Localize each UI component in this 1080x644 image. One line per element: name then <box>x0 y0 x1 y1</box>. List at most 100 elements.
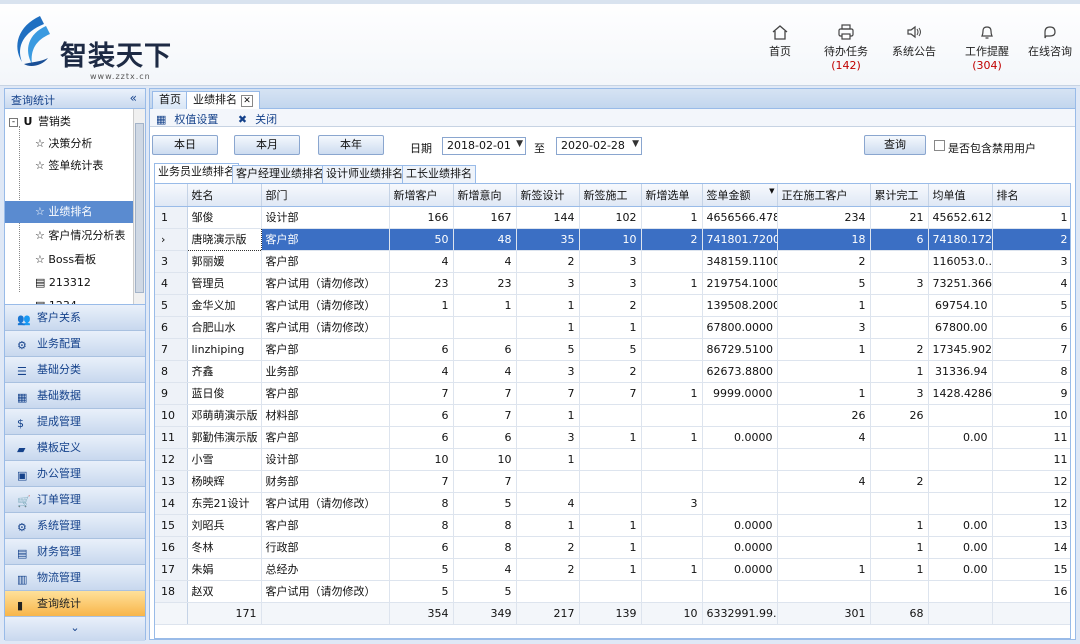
table-cell[interactable]: 客户试用（请勿修改） <box>261 580 390 603</box>
table-cell[interactable] <box>579 448 642 471</box>
column-header[interactable]: 新签设计 <box>516 184 580 207</box>
table-cell[interactable]: 67800.00 <box>928 316 993 339</box>
table-cell[interactable]: 2 <box>641 228 703 251</box>
table-cell[interactable] <box>516 470 580 493</box>
table-cell[interactable]: 4 <box>777 470 871 493</box>
table-cell[interactable]: 3 <box>516 426 580 449</box>
table-cell[interactable]: 16 <box>992 580 1070 603</box>
subtab-salesperson[interactable]: 业务员业绩排名 <box>154 163 239 183</box>
table-cell[interactable]: 11 <box>992 426 1070 449</box>
menu-item-finance[interactable]: ▤ 财务管理 <box>5 539 145 565</box>
table-row[interactable]: 12 小雪 设计部 10 10 1 11 <box>155 448 1070 471</box>
table-cell[interactable] <box>516 580 580 603</box>
table-cell[interactable]: 5 <box>516 338 580 361</box>
table-cell[interactable]: 0.00 <box>928 558 993 581</box>
table-cell[interactable] <box>702 580 778 603</box>
table-row[interactable]: 10 邓萌萌演示版 材料部 6 7 1 26 26 10 <box>155 404 1070 427</box>
table-cell[interactable] <box>702 470 778 493</box>
table-cell[interactable]: 167 <box>453 206 517 229</box>
include-disabled-checkbox[interactable] <box>934 140 945 151</box>
table-cell[interactable]: 3 <box>777 316 871 339</box>
table-cell[interactable]: 48 <box>453 228 517 251</box>
table-cell[interactable]: 8 <box>453 536 517 559</box>
table-cell[interactable]: 赵双 <box>187 580 262 603</box>
table-cell[interactable]: 5 <box>992 294 1070 317</box>
table-cell[interactable]: 13 <box>992 514 1070 537</box>
menu-item-business-config[interactable]: ⚙ 业务配置 <box>5 331 145 357</box>
table-cell[interactable]: 10 <box>389 448 454 471</box>
tree-node-customer-analysis[interactable]: ☆ 客户情况分析表 <box>21 225 131 247</box>
table-cell[interactable]: 1 <box>641 558 703 581</box>
table-cell[interactable] <box>870 250 929 273</box>
table-cell[interactable]: 73251.3667 <box>928 272 993 295</box>
table-cell[interactable]: 26 <box>777 404 871 427</box>
table-cell[interactable]: 45652.6125 <box>928 206 993 229</box>
table-cell[interactable]: 1 <box>579 426 642 449</box>
menu-item-query-stats[interactable]: ▮ 查询统计 <box>5 591 145 617</box>
table-cell[interactable]: 郭勤伟演示版 <box>187 426 262 449</box>
table-cell[interactable] <box>641 250 703 273</box>
table-cell[interactable]: 客户部 <box>261 228 390 251</box>
menu-item-system[interactable]: ⚙ 系统管理 <box>5 513 145 539</box>
table-cell[interactable]: 8 <box>453 514 517 537</box>
table-cell[interactable]: 小雪 <box>187 448 262 471</box>
subtab-foreman[interactable]: 工长业绩排名 <box>402 165 476 183</box>
table-cell[interactable] <box>870 294 929 317</box>
close-button[interactable]: ✖ 关闭 <box>238 113 285 126</box>
table-cell[interactable]: 0.00 <box>928 426 993 449</box>
table-cell[interactable]: 166 <box>389 206 454 229</box>
table-row[interactable]: 8 齐鑫 业务部 4 4 3 2 62673.8800 1 31336.94 8 <box>155 360 1070 383</box>
table-cell[interactable]: 18 <box>777 228 871 251</box>
table-cell[interactable]: 1 <box>870 514 929 537</box>
table-cell[interactable]: 8 <box>389 492 454 515</box>
table-cell[interactable]: 7 <box>453 470 517 493</box>
table-cell[interactable]: 郭丽媛 <box>187 250 262 273</box>
table-cell[interactable]: 9 <box>992 382 1070 405</box>
table-cell[interactable]: 4656566.4780 <box>702 206 778 229</box>
table-row[interactable]: 18 赵双 客户试用（请勿修改） 5 5 16 <box>155 580 1070 603</box>
tab-home[interactable]: 首页 <box>152 91 188 109</box>
table-cell[interactable]: 10 <box>453 448 517 471</box>
sidebar-footer[interactable]: ⌄ <box>5 617 145 641</box>
table-row[interactable]: 14 东莞21设计 客户试用（请勿修改） 8 5 4 3 12 <box>155 492 1070 515</box>
table-cell[interactable]: 17345.902 <box>928 338 993 361</box>
table-cell[interactable]: 1 <box>641 206 703 229</box>
table-cell[interactable]: 0.0000 <box>702 514 778 537</box>
table-cell[interactable]: 3 <box>516 272 580 295</box>
close-icon[interactable]: ✕ <box>241 95 253 107</box>
table-cell[interactable] <box>641 580 703 603</box>
table-cell[interactable] <box>579 492 642 515</box>
table-cell[interactable] <box>870 580 929 603</box>
table-cell[interactable]: 4 <box>777 426 871 449</box>
tree-scrollbar[interactable] <box>133 109 145 304</box>
table-cell[interactable]: 7 <box>516 382 580 405</box>
table-cell[interactable]: 邓萌萌演示版 <box>187 404 262 427</box>
table-cell[interactable] <box>870 448 929 471</box>
table-cell[interactable]: 业务部 <box>261 360 390 383</box>
table-cell[interactable]: 1 <box>641 272 703 295</box>
table-cell[interactable]: 6 <box>453 426 517 449</box>
table-cell[interactable]: 2 <box>870 470 929 493</box>
work-reminders-button[interactable]: 工作提醒(304) <box>952 24 1022 72</box>
table-cell[interactable]: 2 <box>579 294 642 317</box>
table-cell[interactable]: 2 <box>579 360 642 383</box>
table-row[interactable]: 17 朱娟 总经办 5 4 2 1 1 0.0000 1 1 0.00 15 <box>155 558 1070 581</box>
table-cell[interactable] <box>870 316 929 339</box>
table-cell[interactable] <box>928 580 993 603</box>
table-cell[interactable]: 116053.0... <box>928 250 993 273</box>
table-cell[interactable]: 12 <box>992 470 1070 493</box>
table-cell[interactable]: 唐晓演示版 <box>186 227 262 251</box>
query-button[interactable]: 查询 <box>864 135 926 155</box>
weights-button[interactable]: ▦ 权值设置 <box>156 113 226 126</box>
table-cell[interactable]: 2 <box>777 250 871 273</box>
table-cell[interactable]: 金华义加 <box>187 294 262 317</box>
todo-tasks-button[interactable]: 待办任务(142) <box>810 24 882 72</box>
table-cell[interactable] <box>777 580 871 603</box>
table-cell[interactable]: 5 <box>453 492 517 515</box>
table-cell[interactable]: 6 <box>389 536 454 559</box>
table-cell[interactable]: 0.0000 <box>702 426 778 449</box>
table-cell[interactable]: 行政部 <box>261 536 390 559</box>
table-cell[interactable]: 1 <box>516 316 580 339</box>
column-header[interactable]: 部门 <box>261 184 390 207</box>
table-cell[interactable]: 1 <box>579 514 642 537</box>
